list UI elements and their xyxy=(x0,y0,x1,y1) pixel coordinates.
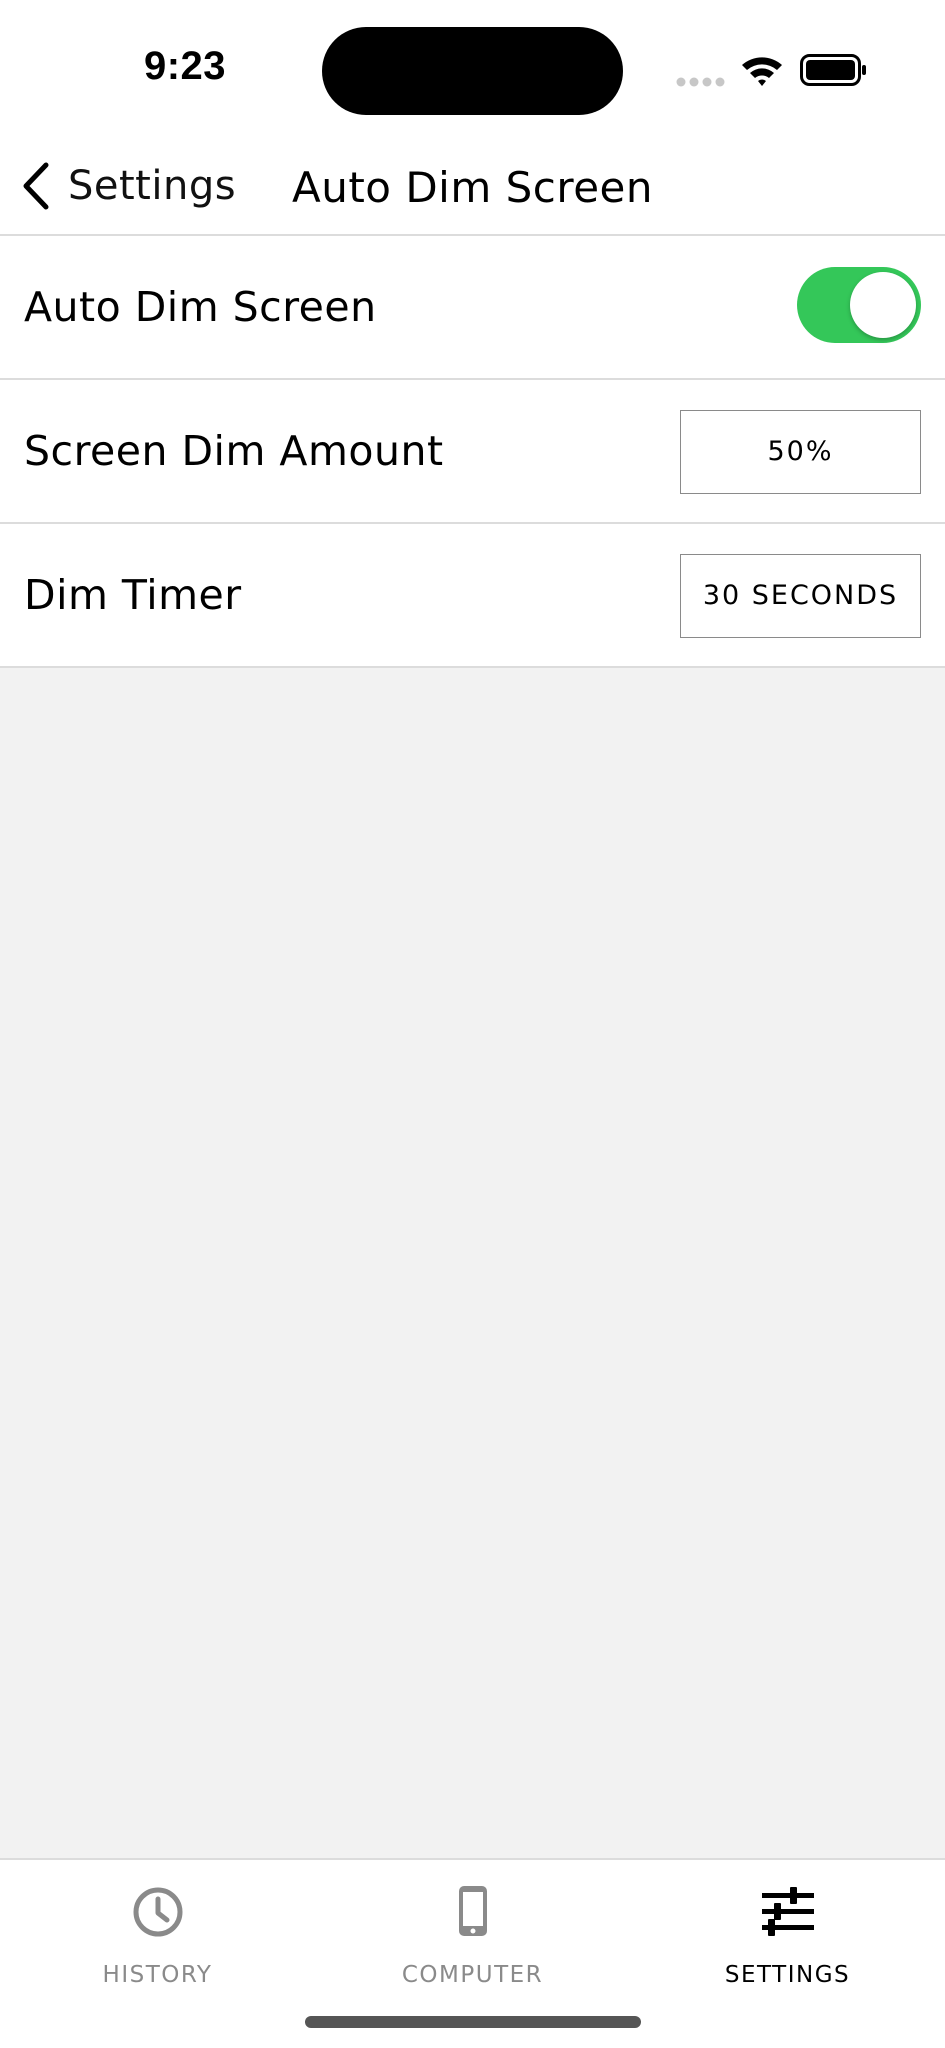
setting-row-auto-dim-screen: Auto Dim Screen xyxy=(0,236,945,380)
phone-icon xyxy=(459,1886,487,1936)
back-button[interactable]: Settings xyxy=(18,154,236,218)
battery-icon xyxy=(800,54,866,86)
sliders-icon xyxy=(762,1887,814,1936)
settings-list: Auto Dim Screen Screen Dim Amount 50% Di… xyxy=(0,236,945,668)
tab-computer[interactable]: COMPUTER xyxy=(315,1876,630,1996)
home-indicator xyxy=(305,2016,641,2028)
dim-timer-selector[interactable]: 30 SECONDS xyxy=(680,554,921,638)
screen-dim-amount-selector[interactable]: 50% xyxy=(680,410,921,494)
back-label: Settings xyxy=(68,163,237,209)
screen: 9:23 Settings Auto Dim Screen Auto Dim S… xyxy=(0,0,945,2048)
setting-row-screen-dim-amount: Screen Dim Amount 50% xyxy=(0,380,945,524)
setting-row-dim-timer: Dim Timer 30 SECONDS xyxy=(0,524,945,668)
navigation-bar: Settings Auto Dim Screen xyxy=(0,140,945,236)
cellular-signal-icon xyxy=(676,77,725,87)
status-time: 9:23 xyxy=(143,44,227,88)
tab-label: COMPUTER xyxy=(401,1962,544,1988)
auto-dim-toggle[interactable] xyxy=(797,267,921,343)
dynamic-island xyxy=(322,27,623,115)
clock-icon xyxy=(133,1887,183,1937)
tab-label: SETTINGS xyxy=(724,1962,851,1988)
tab-settings[interactable]: SETTINGS xyxy=(630,1876,945,1996)
page-title: Auto Dim Screen xyxy=(291,163,654,212)
tab-label: HISTORY xyxy=(102,1962,213,1988)
toggle-knob xyxy=(850,272,916,338)
setting-label: Screen Dim Amount xyxy=(24,427,444,475)
setting-label: Auto Dim Screen xyxy=(24,283,377,331)
status-bar: 9:23 xyxy=(0,0,945,140)
setting-label: Dim Timer xyxy=(24,571,242,619)
tab-bar: HISTORY COMPUTER SETTINGS xyxy=(0,1858,945,2048)
chevron-left-icon xyxy=(23,162,49,210)
wifi-icon xyxy=(742,57,782,86)
tab-history[interactable]: HISTORY xyxy=(0,1876,315,1996)
